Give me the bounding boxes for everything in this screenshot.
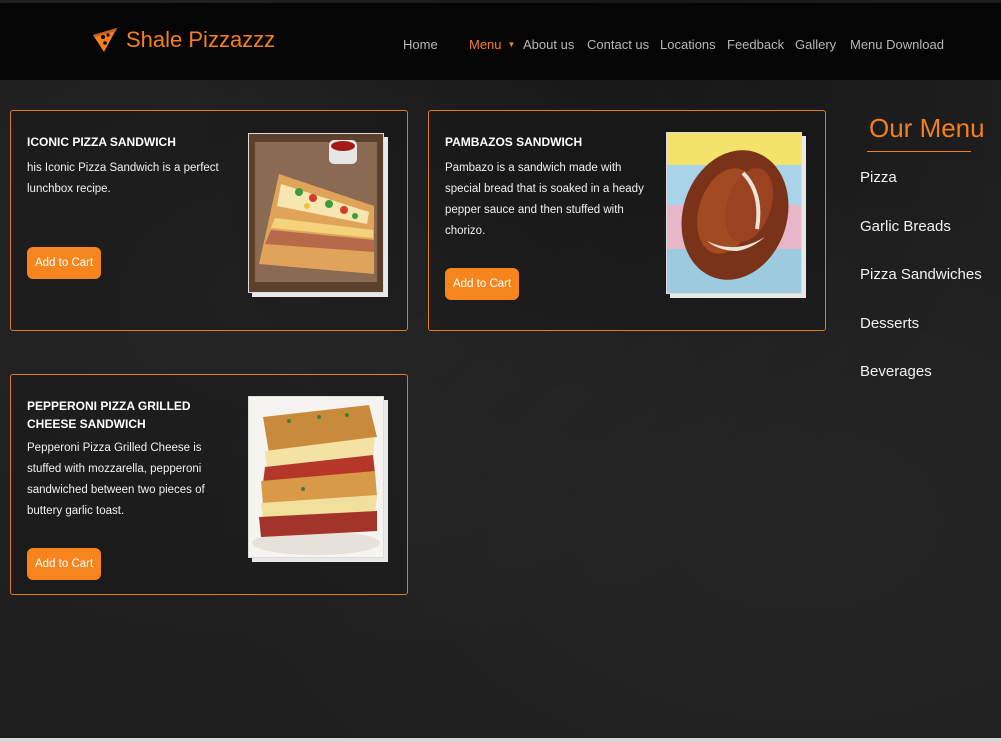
sidebar-item-desserts[interactable]: Desserts bbox=[860, 315, 919, 332]
product-card: ICONIC PIZZA SANDWICH his Iconic Pizza S… bbox=[10, 110, 408, 331]
nav-home[interactable]: Home bbox=[403, 37, 438, 52]
product-card: PEPPERONI PIZZA GRILLED CHEESE SANDWICH … bbox=[10, 374, 408, 595]
add-to-cart-button[interactable]: Add to Cart bbox=[27, 247, 102, 279]
horizontal-scrollbar[interactable] bbox=[0, 738, 1001, 742]
sidebar-item-beverages[interactable]: Beverages bbox=[860, 363, 932, 380]
add-to-cart-button[interactable]: Add to Cart bbox=[445, 268, 520, 300]
grilled-cheese-photo bbox=[249, 397, 383, 557]
nav-locations[interactable]: Locations bbox=[660, 37, 716, 52]
product-title: PEPPERONI PIZZA GRILLED CHEESE SANDWICH bbox=[27, 399, 191, 431]
nav-gallery[interactable]: Gallery bbox=[795, 37, 836, 52]
pizza-sandwich-photo bbox=[249, 134, 383, 292]
sidebar-item-pizza[interactable]: Pizza bbox=[860, 169, 897, 186]
brand-name: Shale Pizzazzz bbox=[126, 27, 276, 52]
nav-feedback[interactable]: Feedback bbox=[727, 37, 784, 52]
pambazo-photo bbox=[667, 133, 801, 293]
product-description: his Iconic Pizza Sandwich is a perfect l… bbox=[27, 162, 219, 195]
product-title: PAMBAZOS SANDWICH bbox=[445, 135, 583, 149]
pizza-slice-icon bbox=[93, 28, 117, 52]
sidebar-divider bbox=[867, 151, 971, 152]
brand-logo[interactable]: Shale Pizzazzz bbox=[90, 25, 275, 55]
add-to-cart-button[interactable]: Add to Cart bbox=[27, 548, 102, 580]
sidebar-item-garlic-breads[interactable]: Garlic Breads bbox=[860, 218, 951, 235]
nav-menu-label: Menu bbox=[469, 37, 502, 52]
caret-down-icon: ▼ bbox=[507, 40, 516, 49]
nav-contact-us[interactable]: Contact us bbox=[587, 37, 649, 52]
top-navbar: Shale Pizzazzz Home Menu ▼ About us Conta… bbox=[0, 3, 1001, 80]
product-title: ICONIC PIZZA SANDWICH bbox=[27, 135, 176, 149]
sidebar-item-pizza-sandwiches[interactable]: Pizza Sandwiches bbox=[860, 266, 982, 283]
product-description: Pambazo is a sandwich made with special … bbox=[445, 162, 644, 237]
product-image bbox=[248, 396, 384, 558]
product-description: Pepperoni Pizza Grilled Cheese is stuffe… bbox=[27, 442, 205, 517]
product-image bbox=[248, 133, 384, 293]
product-card: PAMBAZOS SANDWICH Pambazo is a sandwich … bbox=[428, 110, 826, 331]
nav-menu[interactable]: Menu ▼ bbox=[469, 37, 515, 52]
product-image bbox=[666, 132, 802, 294]
nav-about-us[interactable]: About us bbox=[523, 37, 574, 52]
sidebar-title: Our Menu bbox=[869, 113, 985, 143]
nav-menu-download[interactable]: Menu Download bbox=[850, 37, 944, 52]
